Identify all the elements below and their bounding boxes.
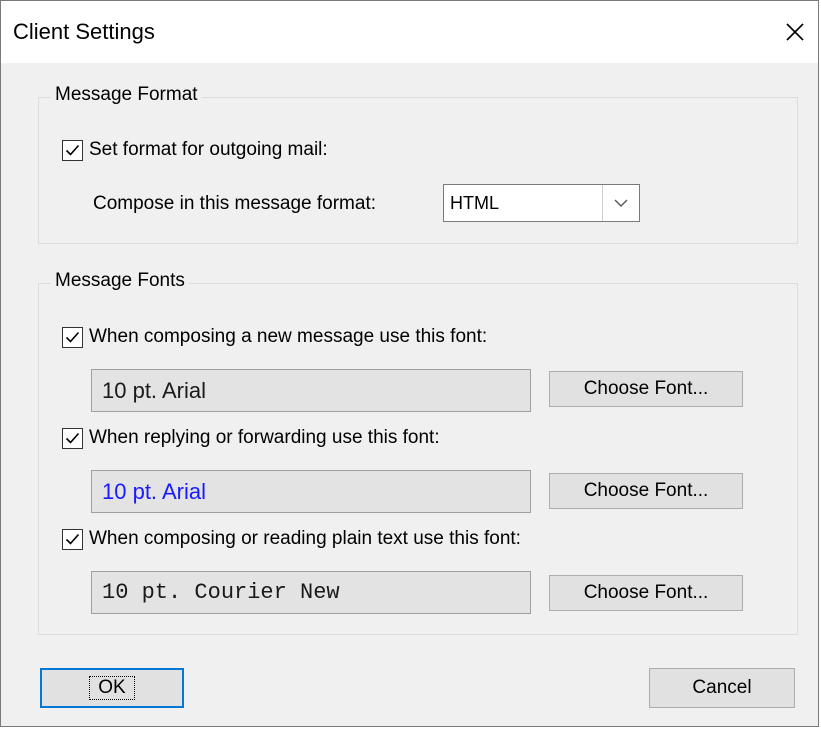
- message-format-group-label: Message Format: [51, 84, 202, 106]
- set-format-checkbox[interactable]: [62, 139, 83, 161]
- reply-forward-font-checkbox-row[interactable]: When replying or forwarding use this fon…: [62, 427, 440, 449]
- new-message-font-checkbox-row[interactable]: When composing a new message use this fo…: [62, 326, 487, 348]
- compose-format-select[interactable]: HTML: [443, 184, 640, 222]
- ok-button-label: OK: [89, 676, 135, 700]
- client-settings-dialog: Client Settings Message Format Set forma…: [0, 0, 819, 727]
- checkmark-icon: [65, 331, 80, 343]
- reply-forward-font-value: 10 pt. Arial: [102, 478, 206, 504]
- close-button[interactable]: [772, 1, 818, 63]
- title-bar: Client Settings: [1, 1, 818, 63]
- plain-text-font-display: 10 pt. Courier New: [91, 571, 531, 614]
- compose-format-label: Compose in this message format:: [93, 193, 377, 214]
- close-icon: [786, 23, 804, 41]
- new-message-choose-font-button[interactable]: Choose Font...: [549, 371, 743, 407]
- new-message-font-value: 10 pt. Arial: [102, 377, 206, 403]
- new-message-choose-font-label: Choose Font...: [583, 378, 709, 399]
- plain-text-font-checkbox-row[interactable]: When composing or reading plain text use…: [62, 528, 521, 550]
- new-message-font-display: 10 pt. Arial: [91, 369, 531, 412]
- plain-text-font-checkbox[interactable]: [62, 528, 83, 550]
- new-message-font-label: When composing a new message use this fo…: [89, 326, 488, 347]
- reply-forward-font-label: When replying or forwarding use this fon…: [89, 427, 440, 448]
- checkmark-icon: [65, 432, 80, 444]
- reply-forward-font-display: 10 pt. Arial: [91, 470, 531, 513]
- cancel-button[interactable]: Cancel: [649, 668, 795, 708]
- checkmark-icon: [65, 533, 80, 545]
- reply-forward-font-checkbox[interactable]: [62, 427, 83, 449]
- window-title: Client Settings: [13, 19, 155, 44]
- chevron-down-icon: [614, 199, 628, 207]
- reply-forward-choose-font-label: Choose Font...: [583, 480, 709, 501]
- plain-text-font-label: When composing or reading plain text use…: [89, 528, 521, 549]
- plain-text-choose-font-button[interactable]: Choose Font...: [549, 575, 743, 611]
- message-fonts-group-label: Message Fonts: [51, 270, 189, 292]
- checkmark-icon: [65, 144, 80, 156]
- set-format-checkbox-row[interactable]: Set format for outgoing mail:: [62, 139, 328, 161]
- new-message-font-checkbox[interactable]: [62, 326, 83, 348]
- compose-format-value: HTML: [450, 193, 499, 213]
- cancel-button-label: Cancel: [692, 677, 752, 698]
- set-format-label: Set format for outgoing mail:: [89, 139, 328, 160]
- plain-text-choose-font-label: Choose Font...: [583, 582, 709, 603]
- plain-text-font-value: 10 pt. Courier New: [102, 580, 340, 605]
- ok-button[interactable]: OK: [40, 668, 184, 708]
- message-format-group: Message Format: [38, 84, 798, 244]
- compose-format-dropdown-button[interactable]: [602, 185, 639, 221]
- reply-forward-choose-font-button[interactable]: Choose Font...: [549, 473, 743, 509]
